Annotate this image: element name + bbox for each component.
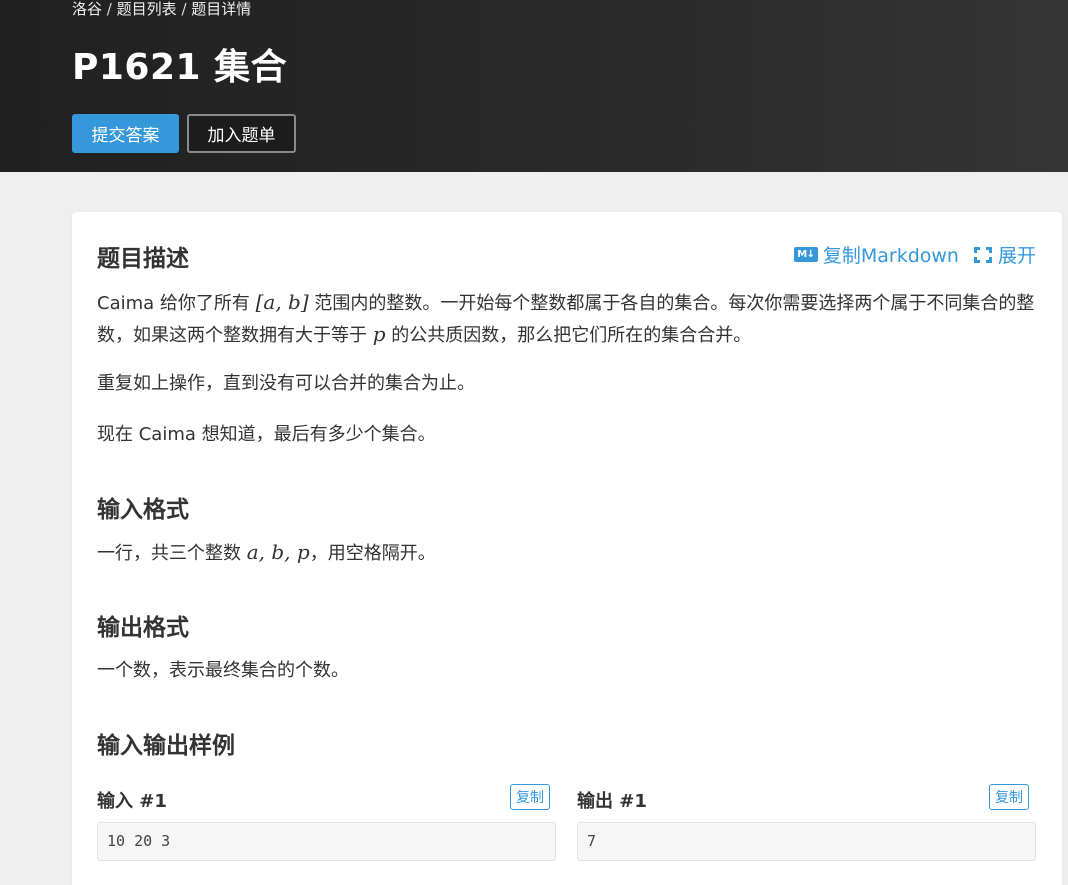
math-range: [a, b] — [255, 290, 309, 314]
math-p: p — [372, 322, 386, 346]
page-title: P1621 集合 — [72, 47, 288, 88]
breadcrumb-item-home[interactable]: 洛谷 — [72, 0, 102, 18]
expand-icon — [973, 246, 993, 264]
breadcrumb-separator: / — [106, 0, 112, 18]
input-format-heading: 输入格式 — [97, 497, 189, 523]
page-header: 洛谷 / 题目列表 / 题目详情 P1621 集合 提交答案 加入题单 — [0, 0, 1068, 172]
breadcrumb-item-problem-list[interactable]: 题目列表 — [117, 0, 177, 18]
sample-output-label: 输出 #1 — [577, 791, 647, 812]
description-paragraph-3: 现在 Caima 想知道，最后有多少个集合。 — [97, 424, 436, 445]
breadcrumb-item-problem-detail: 题目详情 — [191, 0, 252, 18]
expand-label: 展开 — [997, 245, 1036, 267]
description-paragraph-1: Caima 给你了所有 [a, b] 范围内的整数。一开始每个整数都属于各自的集… — [97, 287, 1037, 351]
samples-heading: 输入输出样例 — [97, 733, 235, 759]
input-format-text-part: ，用空格隔开。 — [309, 543, 436, 564]
description-text: 的公共质因数，那么把它们所在的集合合并。 — [385, 325, 752, 346]
sample-input-label: 输入 #1 — [97, 791, 167, 812]
input-format-text: 一行，共三个整数 a, b, p，用空格隔开。 — [97, 537, 1037, 569]
output-format-text: 一个数，表示最终集合的个数。 — [97, 660, 349, 681]
submit-answer-button[interactable]: 提交答案 — [72, 114, 179, 153]
copy-markdown-label: 复制Markdown — [822, 245, 959, 267]
add-to-list-button[interactable]: 加入题单 — [187, 114, 296, 153]
description-heading: 题目描述 — [97, 246, 189, 272]
copy-input-button[interactable]: 复制 — [510, 784, 550, 810]
breadcrumb: 洛谷 / 题目列表 / 题目详情 — [72, 0, 251, 19]
input-format-text-part: 一行，共三个整数 — [97, 543, 247, 564]
copy-output-button[interactable]: 复制 — [989, 784, 1029, 810]
sample-output-box[interactable]: 7 — [577, 822, 1036, 861]
sample-input-box[interactable]: 10 20 3 — [97, 822, 556, 861]
math-abp: a, b, p — [246, 540, 310, 564]
description-text: Caima 给你了所有 — [97, 293, 256, 314]
copy-markdown-button[interactable]: M↓ 复制Markdown — [793, 241, 959, 268]
toolbar: M↓ 复制Markdown 展开 — [793, 241, 1036, 268]
breadcrumb-separator: / — [181, 0, 187, 18]
output-format-heading: 输出格式 — [97, 615, 189, 641]
problem-card: 题目描述 M↓ 复制Markdown 展开 Caima 给你了所有 [a, b]… — [72, 212, 1062, 885]
expand-button[interactable]: 展开 — [973, 241, 1036, 268]
markdown-icon: M↓ — [793, 247, 818, 262]
description-paragraph-2: 重复如上操作，直到没有可以合并的集合为止。 — [97, 373, 475, 394]
